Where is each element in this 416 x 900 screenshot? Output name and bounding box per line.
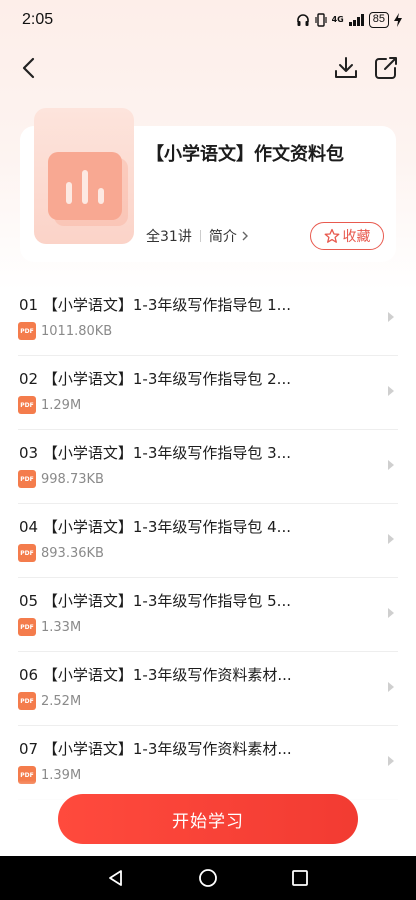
material-list: 01 【小学语文】1-3年级写作指导包 1... PDF 1011.80KB 02 【…: [0, 282, 416, 800]
list-item[interactable]: 03 【小学语文】1-3年级写作指导包 3... PDF 998.73KB: [18, 430, 398, 504]
meta-divider: [199, 230, 201, 242]
item-size: 2.52M: [41, 693, 82, 709]
pdf-file-icon: PDF: [18, 544, 36, 562]
item-name: 【小学语文】1-3年级写作指导包 5...: [42, 592, 291, 610]
play-arrow-icon: [388, 460, 394, 470]
item-title: 05 【小学语文】1-3年级写作指导包 5...: [19, 590, 291, 611]
item-name: 【小学语文】1-3年级写作指导包 1...: [42, 296, 291, 314]
charging-icon: [394, 13, 402, 27]
item-file-info: PDF 893.36KB: [18, 544, 104, 562]
signal-icon: [348, 14, 364, 26]
status-time: 2:05: [22, 11, 54, 28]
item-size: 1011.80KB: [41, 323, 113, 339]
system-nav-bar: [0, 856, 416, 900]
status-bar: 2:05 4G 85: [0, 0, 416, 40]
top-nav: [0, 48, 416, 88]
play-arrow-icon: [388, 312, 394, 322]
play-arrow-icon: [388, 534, 394, 544]
list-item[interactable]: 02 【小学语文】1-3年级写作指导包 2... PDF 1.29M: [18, 356, 398, 430]
chevron-right-icon: [242, 231, 248, 241]
status-icons: 4G 85: [296, 12, 402, 28]
headphones-icon: [296, 14, 309, 26]
item-size: 1.29M: [41, 397, 82, 413]
pdf-file-icon: PDF: [18, 396, 36, 414]
battery-level: 85: [368, 12, 389, 28]
item-size: 1.33M: [41, 619, 82, 635]
share-icon[interactable]: [372, 54, 400, 82]
item-title: 01 【小学语文】1-3年级写作指导包 1...: [19, 294, 291, 315]
list-item[interactable]: 01 【小学语文】1-3年级写作指导包 1... PDF 1011.80KB: [18, 282, 398, 356]
item-name: 【小学语文】1-3年级写作指导包 2...: [42, 370, 291, 388]
system-home-icon[interactable]: [198, 868, 218, 888]
item-index: 06: [19, 666, 39, 684]
item-title: 06 【小学语文】1-3年级写作资料素材...: [19, 664, 292, 685]
item-name: 【小学语文】1-3年级写作资料素材...: [42, 740, 292, 758]
play-arrow-icon: [388, 608, 394, 618]
item-index: 03: [19, 444, 39, 462]
intro-link[interactable]: 简介: [209, 226, 249, 246]
item-size: 893.36KB: [41, 545, 104, 561]
play-arrow-icon: [388, 386, 394, 396]
list-item[interactable]: 05 【小学语文】1-3年级写作指导包 5... PDF 1.33M: [18, 578, 398, 652]
item-index: 01: [19, 296, 39, 314]
item-file-info: PDF 2.52M: [18, 692, 81, 710]
chart-icon: [48, 152, 122, 220]
item-file-info: PDF 998.73KB: [18, 470, 104, 488]
item-index: 04: [19, 518, 39, 536]
play-arrow-icon: [388, 756, 394, 766]
network-type: 4G: [331, 15, 344, 24]
item-name: 【小学语文】1-3年级写作指导包 3...: [42, 444, 291, 462]
item-index: 07: [19, 740, 39, 758]
item-size: 998.73KB: [41, 471, 104, 487]
pdf-file-icon: PDF: [18, 470, 36, 488]
course-meta: 全31讲 简介: [146, 226, 249, 246]
list-item[interactable]: 06 【小学语文】1-3年级写作资料素材... PDF 2.52M: [18, 652, 398, 726]
pdf-file-icon: PDF: [18, 618, 36, 636]
system-back-icon[interactable]: [106, 868, 126, 888]
play-arrow-icon: [388, 682, 394, 692]
item-file-info: PDF 1011.80KB: [18, 322, 112, 340]
download-icon[interactable]: [332, 54, 360, 82]
item-file-info: PDF 1.29M: [18, 396, 81, 414]
pdf-file-icon: PDF: [18, 322, 36, 340]
item-file-info: PDF 1.33M: [18, 618, 81, 636]
back-arrow-icon[interactable]: [16, 54, 44, 82]
list-item[interactable]: 04 【小学语文】1-3年级写作指导包 4... PDF 893.36KB: [18, 504, 398, 578]
item-title: 07 【小学语文】1-3年级写作资料素材...: [19, 738, 292, 759]
favorite-label: 收藏: [342, 229, 371, 245]
star-icon: [324, 228, 339, 243]
course-cover-image: [34, 108, 134, 244]
pdf-file-icon: PDF: [18, 692, 36, 710]
start-learning-button[interactable]: 开始学习: [58, 794, 358, 844]
vibrate-icon: [315, 13, 327, 27]
course-title: 【小学语文】作文资料包: [146, 144, 344, 165]
item-name: 【小学语文】1-3年级写作指导包 4...: [42, 518, 291, 536]
item-title: 02 【小学语文】1-3年级写作指导包 2...: [19, 368, 291, 389]
item-index: 02: [19, 370, 39, 388]
lesson-count: 全31讲: [146, 229, 192, 245]
item-title: 04 【小学语文】1-3年级写作指导包 4...: [19, 516, 291, 537]
system-recents-icon[interactable]: [290, 868, 310, 888]
intro-label: 简介: [208, 229, 237, 245]
favorite-button[interactable]: 收藏: [310, 222, 384, 250]
item-name: 【小学语文】1-3年级写作资料素材...: [42, 666, 292, 684]
item-title: 03 【小学语文】1-3年级写作指导包 3...: [19, 442, 291, 463]
item-index: 05: [19, 592, 39, 610]
